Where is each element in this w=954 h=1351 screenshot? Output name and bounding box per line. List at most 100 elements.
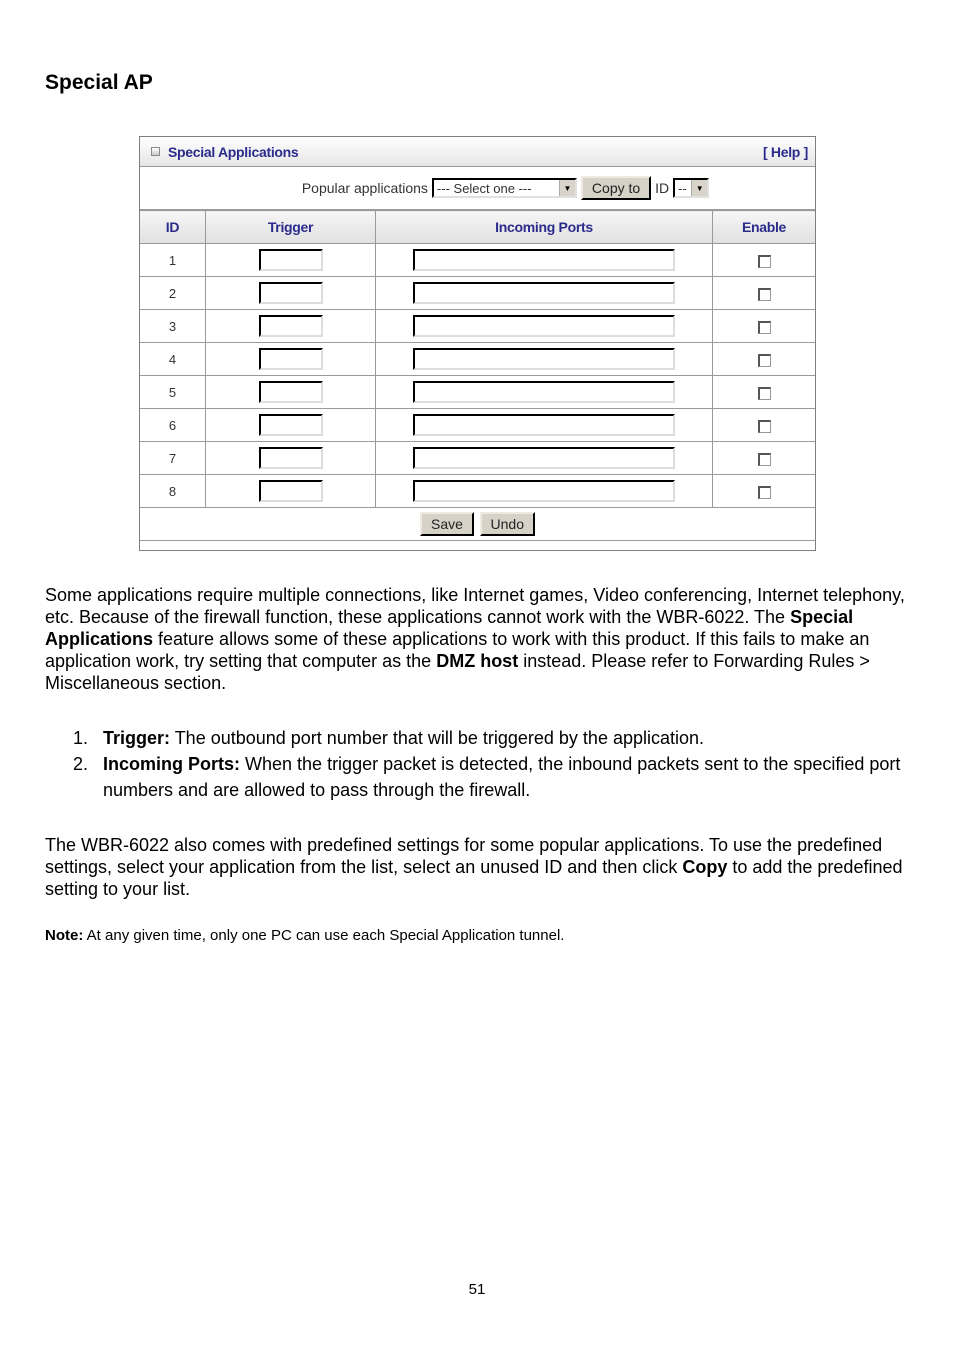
undo-button[interactable]: Undo (479, 512, 535, 536)
enable-checkbox[interactable] (757, 353, 771, 367)
trigger-cell (205, 309, 376, 343)
predefined-bold-copy: Copy (682, 857, 728, 877)
table-footer-row: Save Undo (140, 507, 815, 541)
bullet-square-icon (151, 147, 160, 156)
copy-to-button[interactable]: Copy to (580, 176, 652, 200)
predefined-settings-paragraph: The WBR-6022 also comes with predefined … (45, 834, 915, 900)
page-number: 51 (468, 1281, 486, 1298)
panel-title-wrap: Special Applications (151, 144, 299, 160)
table-row: 1 (140, 243, 815, 277)
list-item-number: 1. (73, 728, 89, 748)
enable-checkbox[interactable] (757, 287, 771, 301)
list-item: 1. Trigger: The outbound port number that… (45, 725, 915, 751)
enable-cell (712, 342, 815, 376)
enable-checkbox[interactable] (757, 320, 771, 334)
chevron-down-icon[interactable]: ▼ (691, 180, 708, 196)
special-applications-panel: Special Applications [ Help ] Popular ap… (139, 136, 816, 551)
list-item-text: The outbound port number that will be tr… (170, 728, 705, 748)
incoming-ports-input[interactable] (413, 447, 675, 469)
list-item-term: Incoming Ports: (103, 754, 241, 774)
intro-paragraph: Some applications require multiple conne… (45, 584, 915, 694)
column-header-id: ID (140, 210, 206, 244)
row-id: 7 (140, 441, 206, 475)
popular-applications-select-value: --- Select one --- (436, 180, 532, 196)
intro-bold-dmz-host: DMZ host (436, 651, 519, 671)
trigger-input[interactable] (258, 381, 323, 403)
table-row: 2 (140, 276, 815, 310)
popular-applications-select[interactable]: --- Select one --- ▼ (431, 178, 577, 198)
trigger-input[interactable] (258, 480, 323, 502)
incoming-ports-input[interactable] (413, 414, 675, 436)
trigger-cell (205, 441, 376, 475)
table-row: 6 (140, 408, 815, 442)
table-row: 8 (140, 474, 815, 508)
field-description-list: 1. Trigger: The outbound port number that… (45, 725, 915, 803)
enable-checkbox[interactable] (757, 452, 771, 466)
special-applications-table: ID Trigger Incoming Ports Enable 1234567… (140, 210, 815, 541)
incoming-ports-cell (375, 474, 713, 508)
incoming-ports-input[interactable] (413, 249, 675, 271)
table-header-row: ID Trigger Incoming Ports Enable (140, 210, 815, 244)
trigger-cell (205, 342, 376, 376)
row-id: 8 (140, 474, 206, 508)
row-id: 3 (140, 309, 206, 343)
enable-cell (712, 276, 815, 310)
column-header-trigger: Trigger (205, 210, 376, 244)
enable-checkbox[interactable] (757, 386, 771, 400)
trigger-input[interactable] (258, 447, 323, 469)
row-id: 6 (140, 408, 206, 442)
row-id: 1 (140, 243, 206, 277)
table-row: 7 (140, 441, 815, 475)
trigger-cell (205, 408, 376, 442)
trigger-cell (205, 243, 376, 277)
list-item: 2. Incoming Ports: When the trigger packe… (45, 751, 915, 803)
incoming-ports-input[interactable] (413, 348, 675, 370)
incoming-ports-cell (375, 441, 713, 475)
incoming-ports-cell (375, 276, 713, 310)
enable-checkbox[interactable] (757, 419, 771, 433)
popular-applications-row: Popular applications --- Select one --- … (140, 167, 815, 210)
trigger-input[interactable] (258, 249, 323, 271)
incoming-ports-cell (375, 408, 713, 442)
help-link[interactable]: [ Help ] (763, 144, 808, 160)
incoming-ports-input[interactable] (413, 381, 675, 403)
enable-cell (712, 243, 815, 277)
popular-applications-label: Popular applications (301, 180, 428, 196)
note-text: At any given time, only one PC can use e… (83, 927, 565, 944)
trigger-input[interactable] (258, 315, 323, 337)
table-row: 4 (140, 342, 815, 376)
list-item-number: 2. (73, 754, 89, 774)
trigger-cell (205, 276, 376, 310)
table-body: 12345678 (140, 243, 815, 508)
incoming-ports-input[interactable] (413, 480, 675, 502)
column-header-incoming-ports: Incoming Ports (375, 210, 713, 244)
enable-cell (712, 375, 815, 409)
row-id: 5 (140, 375, 206, 409)
trigger-cell (205, 474, 376, 508)
enable-cell (712, 474, 815, 508)
id-label: ID (655, 180, 670, 196)
enable-checkbox[interactable] (757, 254, 771, 268)
panel-header: Special Applications [ Help ] (140, 137, 815, 167)
incoming-ports-cell (375, 309, 713, 343)
table-row: 3 (140, 309, 815, 343)
trigger-input[interactable] (258, 348, 323, 370)
intro-text-1: Some applications require multiple conne… (45, 585, 905, 627)
save-button[interactable]: Save (419, 512, 474, 536)
trigger-cell (205, 375, 376, 409)
id-select-value: -- (678, 180, 687, 196)
incoming-ports-input[interactable] (413, 315, 675, 337)
id-select[interactable]: -- ▼ (673, 178, 710, 198)
trigger-input[interactable] (258, 282, 323, 304)
incoming-ports-input[interactable] (413, 282, 675, 304)
list-item-term: Trigger: (103, 728, 171, 748)
action-buttons-cell: Save Undo (140, 507, 815, 541)
incoming-ports-cell (375, 342, 713, 376)
row-id: 2 (140, 276, 206, 310)
table-row: 5 (140, 375, 815, 409)
chevron-down-icon[interactable]: ▼ (558, 180, 575, 196)
enable-checkbox[interactable] (757, 485, 771, 499)
trigger-input[interactable] (258, 414, 323, 436)
note: Note: At any given time, only one PC can… (45, 927, 564, 944)
enable-cell (712, 309, 815, 343)
